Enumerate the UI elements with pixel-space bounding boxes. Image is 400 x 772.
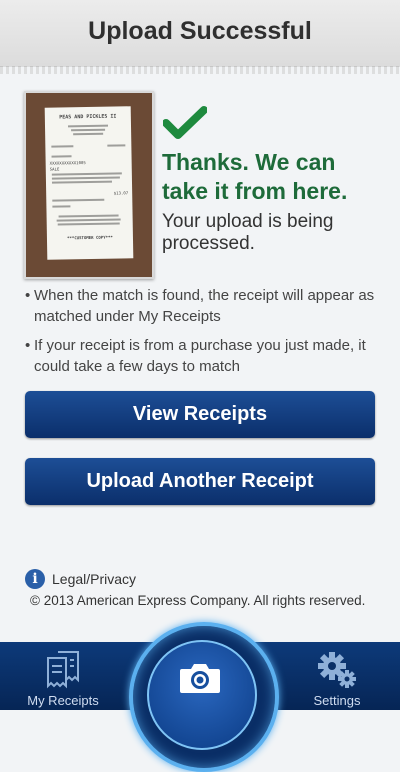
camera-icon xyxy=(180,664,220,693)
processing-message: Your upload is being processed. xyxy=(162,211,334,254)
tab-settings[interactable]: Settings xyxy=(274,642,400,710)
note-item: • When the match is found, the receipt wi… xyxy=(25,287,375,325)
receipt-footer: ***CUSTOMER COPY*** xyxy=(67,234,113,241)
tab-label-settings: Settings xyxy=(313,693,361,708)
view-receipts-button[interactable]: View Receipts xyxy=(25,391,375,438)
receipt-store-name: PEAS AND PICKLES II xyxy=(59,113,117,121)
tab-my-receipts[interactable]: My Receipts xyxy=(0,642,126,710)
header-bar: Upload Successful xyxy=(0,0,400,67)
receipt-total: $13.07 xyxy=(113,190,129,196)
legal-privacy-link[interactable]: i Legal/Privacy xyxy=(25,568,385,589)
legal-privacy-label: Legal/Privacy xyxy=(52,571,137,587)
success-headline: Thanks. We can take it from here. xyxy=(162,149,348,204)
tab-label-my-receipts: My Receipts xyxy=(27,693,99,708)
copyright-text: © 2013 American Express Company. All rig… xyxy=(30,593,366,608)
camera-button[interactable] xyxy=(147,640,257,750)
receipt-thumbnail: PEAS AND PICKLES II XXXXXXXXXXX1005 SALE… xyxy=(24,91,154,279)
receipt-sale-label: SALE xyxy=(49,166,60,172)
upload-another-receipt-button[interactable]: Upload Another Receipt xyxy=(25,458,375,505)
note-text: When the match is found, the receipt wil… xyxy=(34,287,375,325)
info-icon: i xyxy=(25,569,45,589)
checkmark-icon xyxy=(163,106,207,139)
page-title: Upload Successful xyxy=(88,17,312,45)
info-notes: • When the match is found, the receipt wi… xyxy=(25,285,385,385)
receipt-paper: PEAS AND PICKLES II XXXXXXXXXXX1005 SALE… xyxy=(44,106,134,260)
gear-icon xyxy=(318,652,356,688)
note-text: If your receipt is from a purchase you j… xyxy=(34,337,366,375)
note-item: • If your receipt is from a purchase you … xyxy=(25,337,366,375)
receipts-icon xyxy=(47,651,79,689)
torn-paper-edge xyxy=(0,66,400,74)
